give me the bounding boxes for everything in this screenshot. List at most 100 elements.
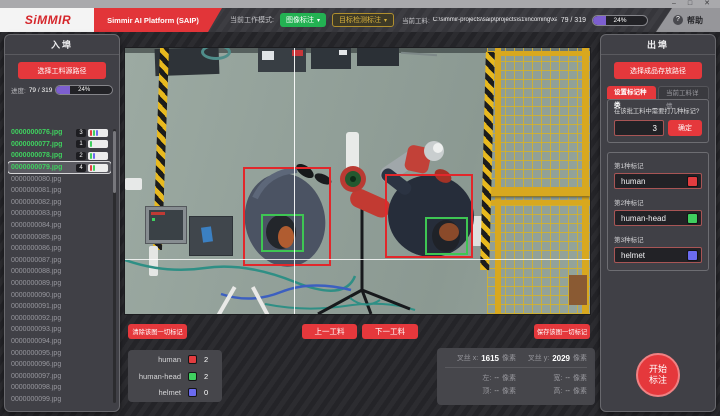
- coordinates-panel: 叉丝 x: 1615 像素 叉丝 y: 2029 像素 左: -- 像素 宽: …: [437, 348, 595, 405]
- file-row[interactable]: 0000000093.jpg: [8, 324, 111, 336]
- file-name: 0000000097.jpg: [11, 373, 108, 380]
- file-row[interactable]: 0000000096.jpg: [8, 359, 111, 371]
- tab-set-marker-types[interactable]: 设置标记种类: [607, 86, 656, 99]
- file-name: 0000000091.jpg: [11, 303, 108, 310]
- file-row[interactable]: 0000000099.jpg: [8, 394, 111, 405]
- file-name: 0000000086.jpg: [11, 245, 108, 252]
- marker-name-field[interactable]: human-head: [614, 210, 702, 226]
- file-count-badge: 3: [76, 129, 86, 137]
- confirm-button[interactable]: 确定: [668, 120, 702, 136]
- file-row[interactable]: 0000000077.jpg 1: [8, 139, 111, 151]
- marker-label: 第2种标记: [614, 197, 702, 207]
- bbox-human-head-1[interactable]: [261, 214, 304, 252]
- app-root: – □ ✕ SiMMIR Simmir AI Platform (SAIP) 当…: [0, 0, 720, 416]
- inbound-progress-bar: 24%: [55, 85, 113, 95]
- legend-row-helmet: helmet 0: [136, 388, 214, 397]
- marker-label: 第3种标记: [614, 234, 702, 244]
- select-output-path-button[interactable]: 选择成品存放路径: [614, 62, 702, 79]
- marker-color-swatch[interactable]: [687, 250, 698, 261]
- file-list-scrollbar[interactable]: [113, 129, 116, 403]
- bbox-human-head-2[interactable]: [425, 217, 468, 255]
- crosshair-x-value: 1615: [481, 354, 499, 363]
- marker-color-swatch[interactable]: [687, 176, 698, 187]
- annotation-canvas[interactable]: [125, 48, 590, 314]
- file-row[interactable]: 0000000084.jpg: [8, 220, 111, 232]
- file-row[interactable]: 0000000080.jpg: [8, 173, 111, 185]
- box-height-value: --: [565, 388, 570, 395]
- marker-value: human-head: [615, 214, 687, 223]
- mode-dropdown-secondary[interactable]: 目标检测标注 ▾: [332, 13, 394, 27]
- file-row[interactable]: 0000000089.jpg: [8, 278, 111, 290]
- select-source-path-button[interactable]: 选择工料源路径: [18, 62, 106, 79]
- progress-count: 79 / 319: [29, 87, 53, 94]
- file-row[interactable]: 0000000088.jpg: [8, 266, 111, 278]
- help-label: 帮助: [687, 15, 703, 26]
- clear-annotations-button[interactable]: 清除该图一切标记: [128, 324, 187, 339]
- file-row[interactable]: 0000000090.jpg: [8, 289, 111, 301]
- unit-label: 像素: [502, 353, 516, 363]
- marker-name-field[interactable]: helmet: [614, 247, 702, 263]
- file-row[interactable]: 0000000097.jpg: [8, 370, 111, 382]
- marker-count-box: 在该批工料中需要打几种标记? 确定: [607, 99, 709, 143]
- box-width-value: --: [565, 375, 570, 382]
- marker-group-3: 第3种标记 helmet: [614, 234, 702, 263]
- file-row[interactable]: 0000000086.jpg: [8, 243, 111, 255]
- crosshair-horizontal: [125, 259, 590, 260]
- file-count-badge: 4: [76, 164, 86, 172]
- file-row[interactable]: 0000000081.jpg: [8, 185, 111, 197]
- progress-label: 进度:: [11, 85, 26, 95]
- file-row[interactable]: 0000000079.jpg 4: [8, 162, 111, 174]
- file-color-bars: [88, 152, 108, 160]
- outbound-panel: 出埠 选择成品存放路径 设置标记种类 当前工料详情 在该批工料中需要打几种标记?…: [600, 34, 716, 412]
- header-progress-count: 79 / 319: [561, 17, 586, 24]
- previous-item-button[interactable]: 上一工料: [302, 324, 357, 339]
- minimize-icon[interactable]: –: [672, 0, 676, 8]
- file-row[interactable]: 0000000094.jpg: [8, 336, 111, 348]
- scrollbar-thumb[interactable]: [113, 131, 116, 193]
- file-row[interactable]: 0000000092.jpg: [8, 313, 111, 325]
- legend-count: 0: [204, 388, 214, 397]
- current-file-path: C:\simmir-projects\saip\projects\s1\inco…: [433, 17, 557, 23]
- file-row[interactable]: 0000000087.jpg: [8, 255, 111, 267]
- file-row[interactable]: 0000000095.jpg: [8, 347, 111, 359]
- unit-label: 像素: [502, 373, 516, 383]
- marker-color-swatch[interactable]: [687, 213, 698, 224]
- marker-name-field[interactable]: human: [614, 173, 702, 189]
- file-row[interactable]: 0000000083.jpg: [8, 208, 111, 220]
- legend-row-human: human 2: [136, 355, 214, 364]
- mode-secondary-label: 目标检测标注: [339, 15, 381, 25]
- marker-group-2: 第2种标记 human-head: [614, 197, 702, 226]
- file-name: 0000000087.jpg: [11, 257, 108, 264]
- maximize-icon[interactable]: □: [688, 0, 692, 8]
- file-name: 0000000099.jpg: [11, 396, 108, 403]
- legend-swatch: [188, 355, 197, 364]
- file-row[interactable]: 0000000091.jpg: [8, 301, 111, 313]
- file-list: 0000000076.jpg 3 0000000077.jpg 1 000000…: [8, 127, 111, 405]
- file-row[interactable]: 0000000078.jpg 2: [8, 150, 111, 162]
- app-header: SiMMIR Simmir AI Platform (SAIP) 当前工作模式:…: [0, 8, 720, 32]
- help-button[interactable]: ? 帮助: [656, 8, 720, 32]
- unit-label: 像素: [502, 386, 516, 396]
- next-item-button[interactable]: 下一工料: [362, 324, 418, 339]
- class-legend: human 2 human-head 2 helmet 0: [128, 350, 222, 402]
- tab-current-item-details[interactable]: 当前工料详情: [658, 86, 709, 99]
- brand-logo: SiMMIR: [0, 8, 96, 32]
- unit-label: 像素: [573, 386, 587, 396]
- save-annotations-button[interactable]: 保存该图一切标记: [534, 324, 590, 339]
- current-file-label: 当前工料:: [402, 15, 430, 25]
- file-name: 0000000078.jpg: [11, 152, 76, 159]
- mode-dropdown-primary[interactable]: 图像标注 ▾: [280, 13, 326, 27]
- file-row[interactable]: 0000000082.jpg: [8, 197, 111, 209]
- inbound-panel-title: 入埠: [5, 35, 119, 55]
- close-icon[interactable]: ✕: [704, 0, 710, 8]
- marker-value: helmet: [615, 251, 687, 260]
- file-row[interactable]: 0000000098.jpg: [8, 382, 111, 394]
- unit-label: 像素: [573, 373, 587, 383]
- file-name: 0000000095.jpg: [11, 350, 108, 357]
- start-annotation-button[interactable]: 开始标注: [636, 353, 680, 397]
- help-icon: ?: [673, 15, 683, 25]
- marker-count-input[interactable]: [614, 120, 664, 136]
- file-name: 0000000082.jpg: [11, 199, 108, 206]
- file-row[interactable]: 0000000076.jpg 3: [8, 127, 111, 139]
- file-row[interactable]: 0000000085.jpg: [8, 231, 111, 243]
